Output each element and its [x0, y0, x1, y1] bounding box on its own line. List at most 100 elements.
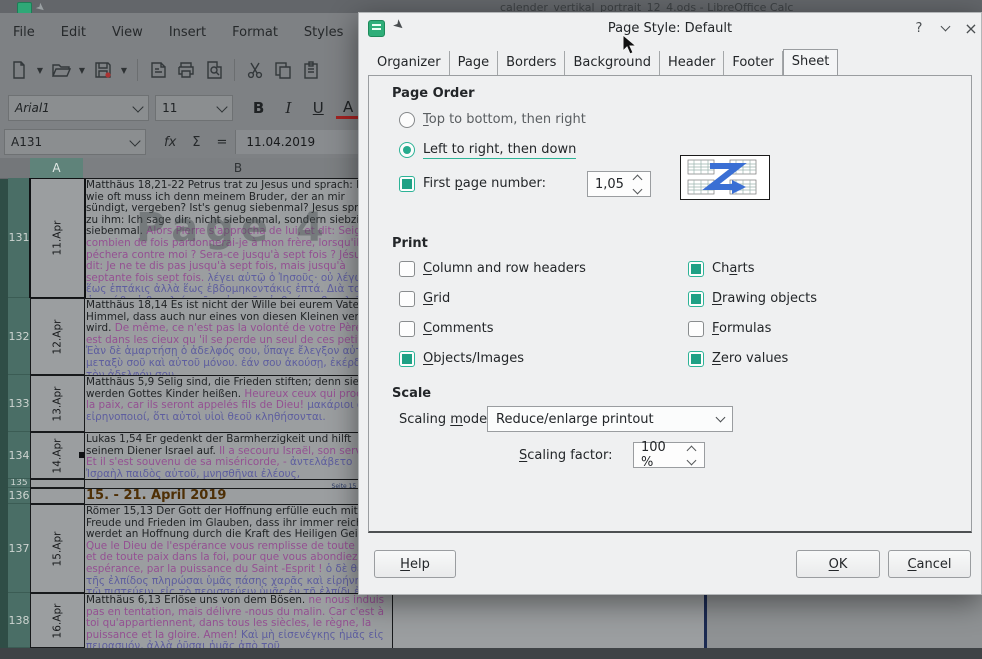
column-header-b[interactable]: B	[83, 158, 393, 178]
dialog-help-icon[interactable]: ?	[910, 19, 928, 37]
italic-button[interactable]: I	[277, 96, 301, 120]
comments-checkbox[interactable]	[399, 321, 415, 337]
menu-edit[interactable]: Edit	[48, 25, 99, 40]
verse-cell-b138[interactable]: Matthäus 6,13 Erlöse uns von dem Bösen. …	[83, 593, 393, 648]
radio-left-to-right[interactable]	[399, 142, 415, 158]
spin-down-icon[interactable]	[632, 184, 642, 194]
tab-borders[interactable]: Borders	[498, 51, 565, 75]
first-page-number-checkbox[interactable]	[399, 176, 415, 192]
menu-insert[interactable]: Insert	[156, 25, 219, 40]
select-all-corner[interactable]	[0, 158, 31, 178]
zero-values-checkbox[interactable]	[688, 351, 704, 367]
tab-organizer[interactable]: Organizer	[369, 51, 450, 75]
selection-handle[interactable]	[79, 452, 85, 458]
verse-cell-b137[interactable]: Römer 15,13 Der Gott der Hoffnung erfüll…	[83, 504, 393, 593]
date-cell-a134[interactable]: 14.Apr	[30, 432, 85, 479]
charts-checkbox[interactable]	[688, 261, 704, 277]
drawing-objects-label[interactable]: Drawing objects	[712, 291, 817, 306]
radio-top-to-bottom[interactable]	[399, 112, 415, 128]
menu-file[interactable]: File	[0, 25, 48, 40]
radio-left-to-right-label[interactable]: Left to right, then down	[423, 142, 576, 159]
column-header-a[interactable]: A	[30, 158, 83, 178]
menu-format[interactable]: Format	[219, 25, 291, 40]
equals-icon[interactable]: =	[209, 135, 236, 150]
formulas-label[interactable]: Formulas	[712, 321, 771, 336]
charts-label[interactable]: Charts	[712, 261, 755, 276]
row-header-135[interactable]: 135	[8, 479, 30, 488]
ok-button[interactable]: OK	[796, 550, 880, 578]
tab-page[interactable]: Page	[450, 51, 498, 75]
radio-top-to-bottom-label[interactable]: Top to bottom, then right	[423, 112, 586, 127]
comments-label[interactable]: Comments	[423, 321, 493, 336]
new-document-icon[interactable]	[6, 57, 32, 83]
scaling-factor-spinbox[interactable]: 100 %	[633, 442, 705, 468]
objects-images-label[interactable]: Objects/Images	[423, 351, 524, 366]
first-page-number-spinbox[interactable]: 1,05	[587, 171, 651, 197]
row-header-137[interactable]: 137	[8, 504, 30, 593]
tab-footer[interactable]: Footer	[724, 51, 782, 75]
spin-up-icon[interactable]	[686, 445, 696, 455]
column-row-headers-label[interactable]: Column and row headers	[423, 261, 586, 276]
date-cell-a138[interactable]: 16.Apr	[30, 593, 85, 648]
cut-icon[interactable]	[242, 57, 268, 83]
close-icon[interactable]: ×	[962, 19, 980, 37]
row-header-132[interactable]: 132	[8, 298, 30, 375]
objects-images-checkbox[interactable]	[399, 351, 415, 367]
spin-down-icon[interactable]	[686, 455, 696, 465]
sum-icon[interactable]: Σ	[184, 135, 208, 150]
menu-view[interactable]: View	[99, 25, 156, 40]
column-row-headers-checkbox[interactable]	[399, 261, 415, 277]
grid-label[interactable]: Grid	[423, 291, 450, 306]
tab-sheet[interactable]: Sheet	[783, 49, 839, 76]
date-cell-a131[interactable]: 11.Apr	[30, 178, 85, 298]
first-page-number-label[interactable]: First page number:	[423, 176, 546, 191]
tab-header[interactable]: Header	[660, 51, 724, 75]
save-dropdown[interactable]: ▼	[118, 57, 130, 83]
drawing-objects-checkbox[interactable]	[688, 291, 704, 307]
footer-cell-b135[interactable]: Seite 15 Anfa	[83, 479, 393, 488]
scaling-mode-label: Scaling mode:	[399, 412, 491, 427]
verse-cell-b132[interactable]: Matthäus 18,14 Es ist nicht der Wille be…	[83, 298, 393, 375]
formulas-checkbox[interactable]	[688, 321, 704, 337]
new-document-dropdown[interactable]: ▼	[34, 57, 46, 83]
open-dropdown[interactable]: ▼	[76, 57, 88, 83]
spin-up-icon[interactable]	[632, 174, 642, 184]
tab-background[interactable]: Background	[565, 51, 660, 75]
underline-button[interactable]: U	[306, 96, 330, 120]
font-name-combo[interactable]: Arial1	[8, 95, 149, 121]
date-cell-a136[interactable]	[30, 488, 85, 504]
row-header-134[interactable]: 134	[8, 432, 30, 479]
grid-checkbox[interactable]	[399, 291, 415, 307]
row-header-133[interactable]: 133	[8, 375, 30, 432]
row-header-138[interactable]: 138	[8, 593, 30, 648]
verse-cell-b134[interactable]: Lukas 1,54 Er gedenkt der Barmherzigkeit…	[83, 432, 393, 479]
cancel-button[interactable]: Cancel	[888, 550, 971, 578]
dialog-titlebar[interactable]: ➤ Page Style: Default ? ×	[359, 13, 981, 43]
date-cell-a135[interactable]	[30, 479, 85, 488]
print-icon[interactable]	[173, 57, 199, 83]
zero-values-label[interactable]: Zero values	[712, 351, 788, 366]
menu-styles[interactable]: Styles	[291, 25, 356, 40]
bold-button[interactable]: B	[247, 96, 271, 120]
scaling-mode-dropdown[interactable]: Reduce/enlarge printout	[487, 406, 733, 432]
export-pdf-icon[interactable]	[145, 57, 171, 83]
verse-cell-b133[interactable]: Matthäus 5,9 Selig sind, die Frieden sti…	[83, 375, 393, 432]
dialog-shade-icon[interactable]	[936, 19, 954, 37]
date-cell-a132[interactable]: 12.Apr	[30, 298, 85, 375]
copy-icon[interactable]	[270, 57, 296, 83]
function-wizard-icon[interactable]: fx	[156, 135, 184, 150]
row-header-131[interactable]: 131	[8, 178, 30, 298]
save-icon[interactable]	[90, 57, 116, 83]
date-cell-a137[interactable]: 15.Apr	[30, 504, 85, 593]
font-color-button[interactable]: A	[336, 98, 360, 119]
open-icon[interactable]	[48, 57, 74, 83]
verse-cell-b131[interactable]: Matthäus 18,21-22 Petrus trat zu Jesus u…	[83, 178, 393, 298]
font-size-combo[interactable]: 11	[155, 95, 233, 121]
week-header-cell-b136[interactable]: 15. - 21. April 2019	[83, 488, 393, 504]
paste-icon[interactable]	[298, 57, 324, 83]
name-box[interactable]: A131	[4, 129, 146, 155]
date-cell-a133[interactable]: 13.Apr	[30, 375, 85, 432]
print-preview-icon[interactable]	[201, 57, 227, 83]
row-header-136[interactable]: 136	[8, 488, 30, 504]
help-button[interactable]: Help	[374, 550, 456, 578]
